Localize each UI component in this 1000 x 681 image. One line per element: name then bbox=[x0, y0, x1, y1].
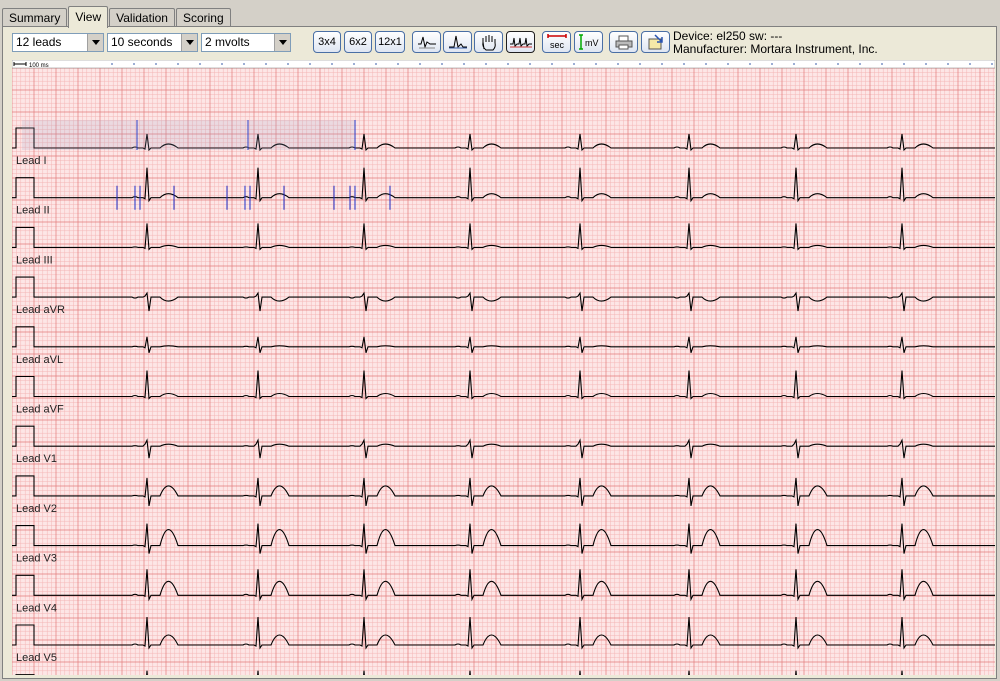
median-beat-icon bbox=[448, 35, 467, 49]
filter-button[interactable] bbox=[412, 31, 441, 53]
tab-scoring[interactable]: Scoring bbox=[175, 8, 231, 27]
duration-select[interactable]: 10 seconds bbox=[107, 33, 198, 52]
lead-label: Lead I bbox=[16, 155, 47, 167]
time-caliper-icon: sec bbox=[546, 34, 567, 50]
mv-label: mV bbox=[585, 38, 599, 48]
chevron-down-icon[interactable] bbox=[87, 34, 103, 51]
view-panel: 12 leads 10 seconds 2 mvolts 3x4 6x2 12x… bbox=[2, 26, 997, 679]
leads-select[interactable]: 12 leads bbox=[12, 33, 104, 52]
rhythm-button[interactable] bbox=[506, 31, 535, 53]
time-caliper-button[interactable]: sec bbox=[542, 31, 571, 53]
tab-summary[interactable]: Summary bbox=[2, 8, 68, 27]
print-button[interactable] bbox=[609, 31, 638, 53]
lead-label: Lead V1 bbox=[16, 453, 57, 465]
lead-label: Lead V3 bbox=[16, 553, 57, 565]
print-icon bbox=[615, 35, 632, 50]
lead-label: Lead aVF bbox=[16, 404, 64, 416]
layout-6x2-button[interactable]: 6x2 bbox=[344, 31, 372, 53]
export-button[interactable] bbox=[641, 31, 670, 53]
chevron-down-icon[interactable] bbox=[181, 34, 197, 51]
chevron-down-icon[interactable] bbox=[274, 34, 290, 51]
lead-label: Lead III bbox=[16, 254, 53, 266]
median-beat-button[interactable] bbox=[443, 31, 472, 53]
gain-select[interactable]: 2 mvolts bbox=[201, 33, 291, 52]
layout-3x4-button[interactable]: 3x4 bbox=[313, 31, 341, 53]
voltage-caliper-button[interactable]: mV bbox=[574, 31, 603, 53]
sec-label: sec bbox=[550, 40, 565, 50]
tab-strip: Summary View Validation Scoring bbox=[2, 5, 232, 28]
lead-label: Lead V4 bbox=[16, 602, 57, 614]
lead-label: Lead V5 bbox=[16, 652, 57, 664]
export-icon bbox=[648, 34, 663, 50]
manufacturer-line: Manufacturer: Mortara Instrument, Inc. bbox=[673, 42, 878, 56]
pan-button[interactable] bbox=[474, 31, 503, 53]
waveform-filter-icon bbox=[417, 36, 436, 49]
lead-label: Lead V2 bbox=[16, 503, 57, 515]
lead-label: Lead aVR bbox=[16, 304, 65, 316]
voltage-caliper-icon: mV bbox=[578, 34, 599, 50]
toolbar: 12 leads 10 seconds 2 mvolts 3x4 6x2 12x… bbox=[3, 27, 996, 59]
ecg-canvas: 100 ms Lead I Lead II Lead III Lead aVR Lead… bbox=[12, 60, 995, 675]
leads-select-value: 12 leads bbox=[16, 35, 62, 49]
lead-label: Lead II bbox=[16, 205, 50, 217]
device-info: Device: el250 sw: --- Manufacturer: Mort… bbox=[673, 30, 878, 56]
duration-select-value: 10 seconds bbox=[111, 35, 173, 49]
layout-12x1-button[interactable]: 12x1 bbox=[375, 31, 405, 53]
hand-pan-icon bbox=[481, 35, 496, 51]
ecg-chart[interactable]: 100 ms Lead I Lead II Lead III Lead aVR Lead… bbox=[12, 60, 995, 675]
tab-view[interactable]: View bbox=[68, 6, 109, 28]
rhythm-strip-icon bbox=[509, 37, 532, 48]
time-scale-label: 100 ms bbox=[29, 63, 49, 69]
lead-label: Lead aVL bbox=[16, 354, 63, 366]
tab-validation[interactable]: Validation bbox=[109, 8, 175, 27]
time-ruler: 100 ms bbox=[12, 60, 995, 69]
gain-select-value: 2 mvolts bbox=[205, 35, 250, 49]
